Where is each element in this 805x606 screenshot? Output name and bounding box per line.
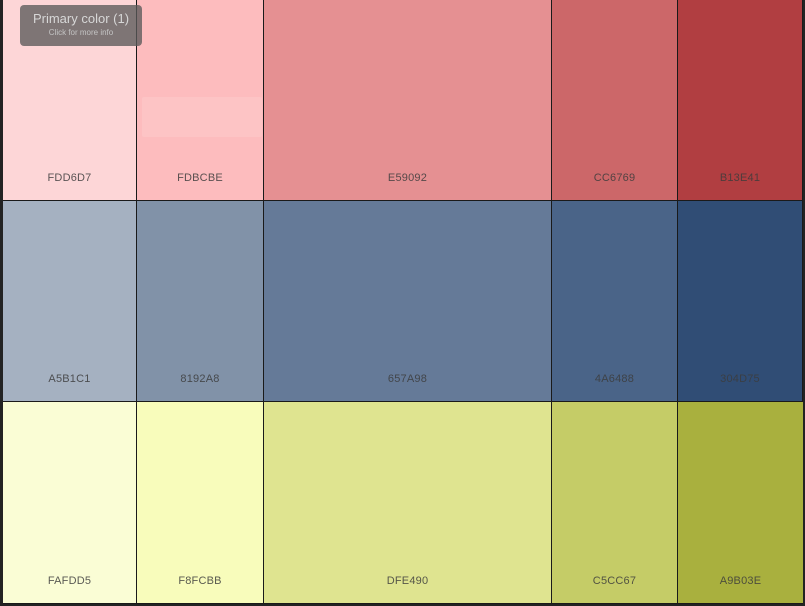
swatch-tertiary-3[interactable]: DFE490 — [264, 402, 552, 604]
swatch-code: 8192A8 — [180, 373, 220, 385]
swatch-code: A5B1C1 — [48, 373, 91, 385]
swatch-tertiary-5[interactable]: A9B03E — [678, 402, 803, 604]
swatch-primary-4[interactable]: CC6769 — [552, 0, 678, 201]
faded-tooltip-trace — [142, 97, 262, 137]
tooltip-subtitle: Click for more info — [48, 28, 114, 37]
tooltip-title: Primary color (1) — [32, 11, 130, 26]
swatch-tooltip[interactable]: Primary color (1) Click for more info — [20, 5, 142, 46]
swatch-tertiary-1[interactable]: FAFDD5 — [3, 402, 137, 604]
swatch-secondary-5[interactable]: 304D75 — [678, 201, 803, 402]
swatch-code: 304D75 — [720, 373, 760, 385]
swatch-code: F8FCBB — [178, 575, 222, 587]
swatch-code: DFE490 — [386, 575, 429, 587]
color-palette-grid: FDD6D7 FDBCBE E59092 CC6769 B13E41 A5B1C… — [3, 0, 803, 604]
swatch-code: 657A98 — [387, 373, 428, 385]
swatch-secondary-2[interactable]: 8192A8 — [137, 201, 264, 402]
swatch-code: 4A6488 — [594, 373, 635, 385]
swatch-code: A9B03E — [719, 575, 762, 587]
swatch-code: B13E41 — [719, 172, 761, 184]
swatch-secondary-1[interactable]: A5B1C1 — [3, 201, 137, 402]
swatch-code: CC6769 — [593, 172, 636, 184]
swatch-tertiary-4[interactable]: C5CC67 — [552, 402, 678, 604]
swatch-code: FAFDD5 — [47, 575, 92, 587]
swatch-secondary-4[interactable]: 4A6488 — [552, 201, 678, 402]
swatch-tertiary-2[interactable]: F8FCBB — [137, 402, 264, 604]
swatch-code: FDBCBE — [177, 172, 223, 184]
swatch-primary-5[interactable]: B13E41 — [678, 0, 803, 201]
swatch-code: C5CC67 — [592, 575, 637, 587]
swatch-code: FDD6D7 — [47, 172, 92, 184]
swatch-code: E59092 — [387, 172, 428, 184]
swatch-secondary-3[interactable]: 657A98 — [264, 201, 552, 402]
swatch-primary-3[interactable]: E59092 — [264, 0, 552, 201]
